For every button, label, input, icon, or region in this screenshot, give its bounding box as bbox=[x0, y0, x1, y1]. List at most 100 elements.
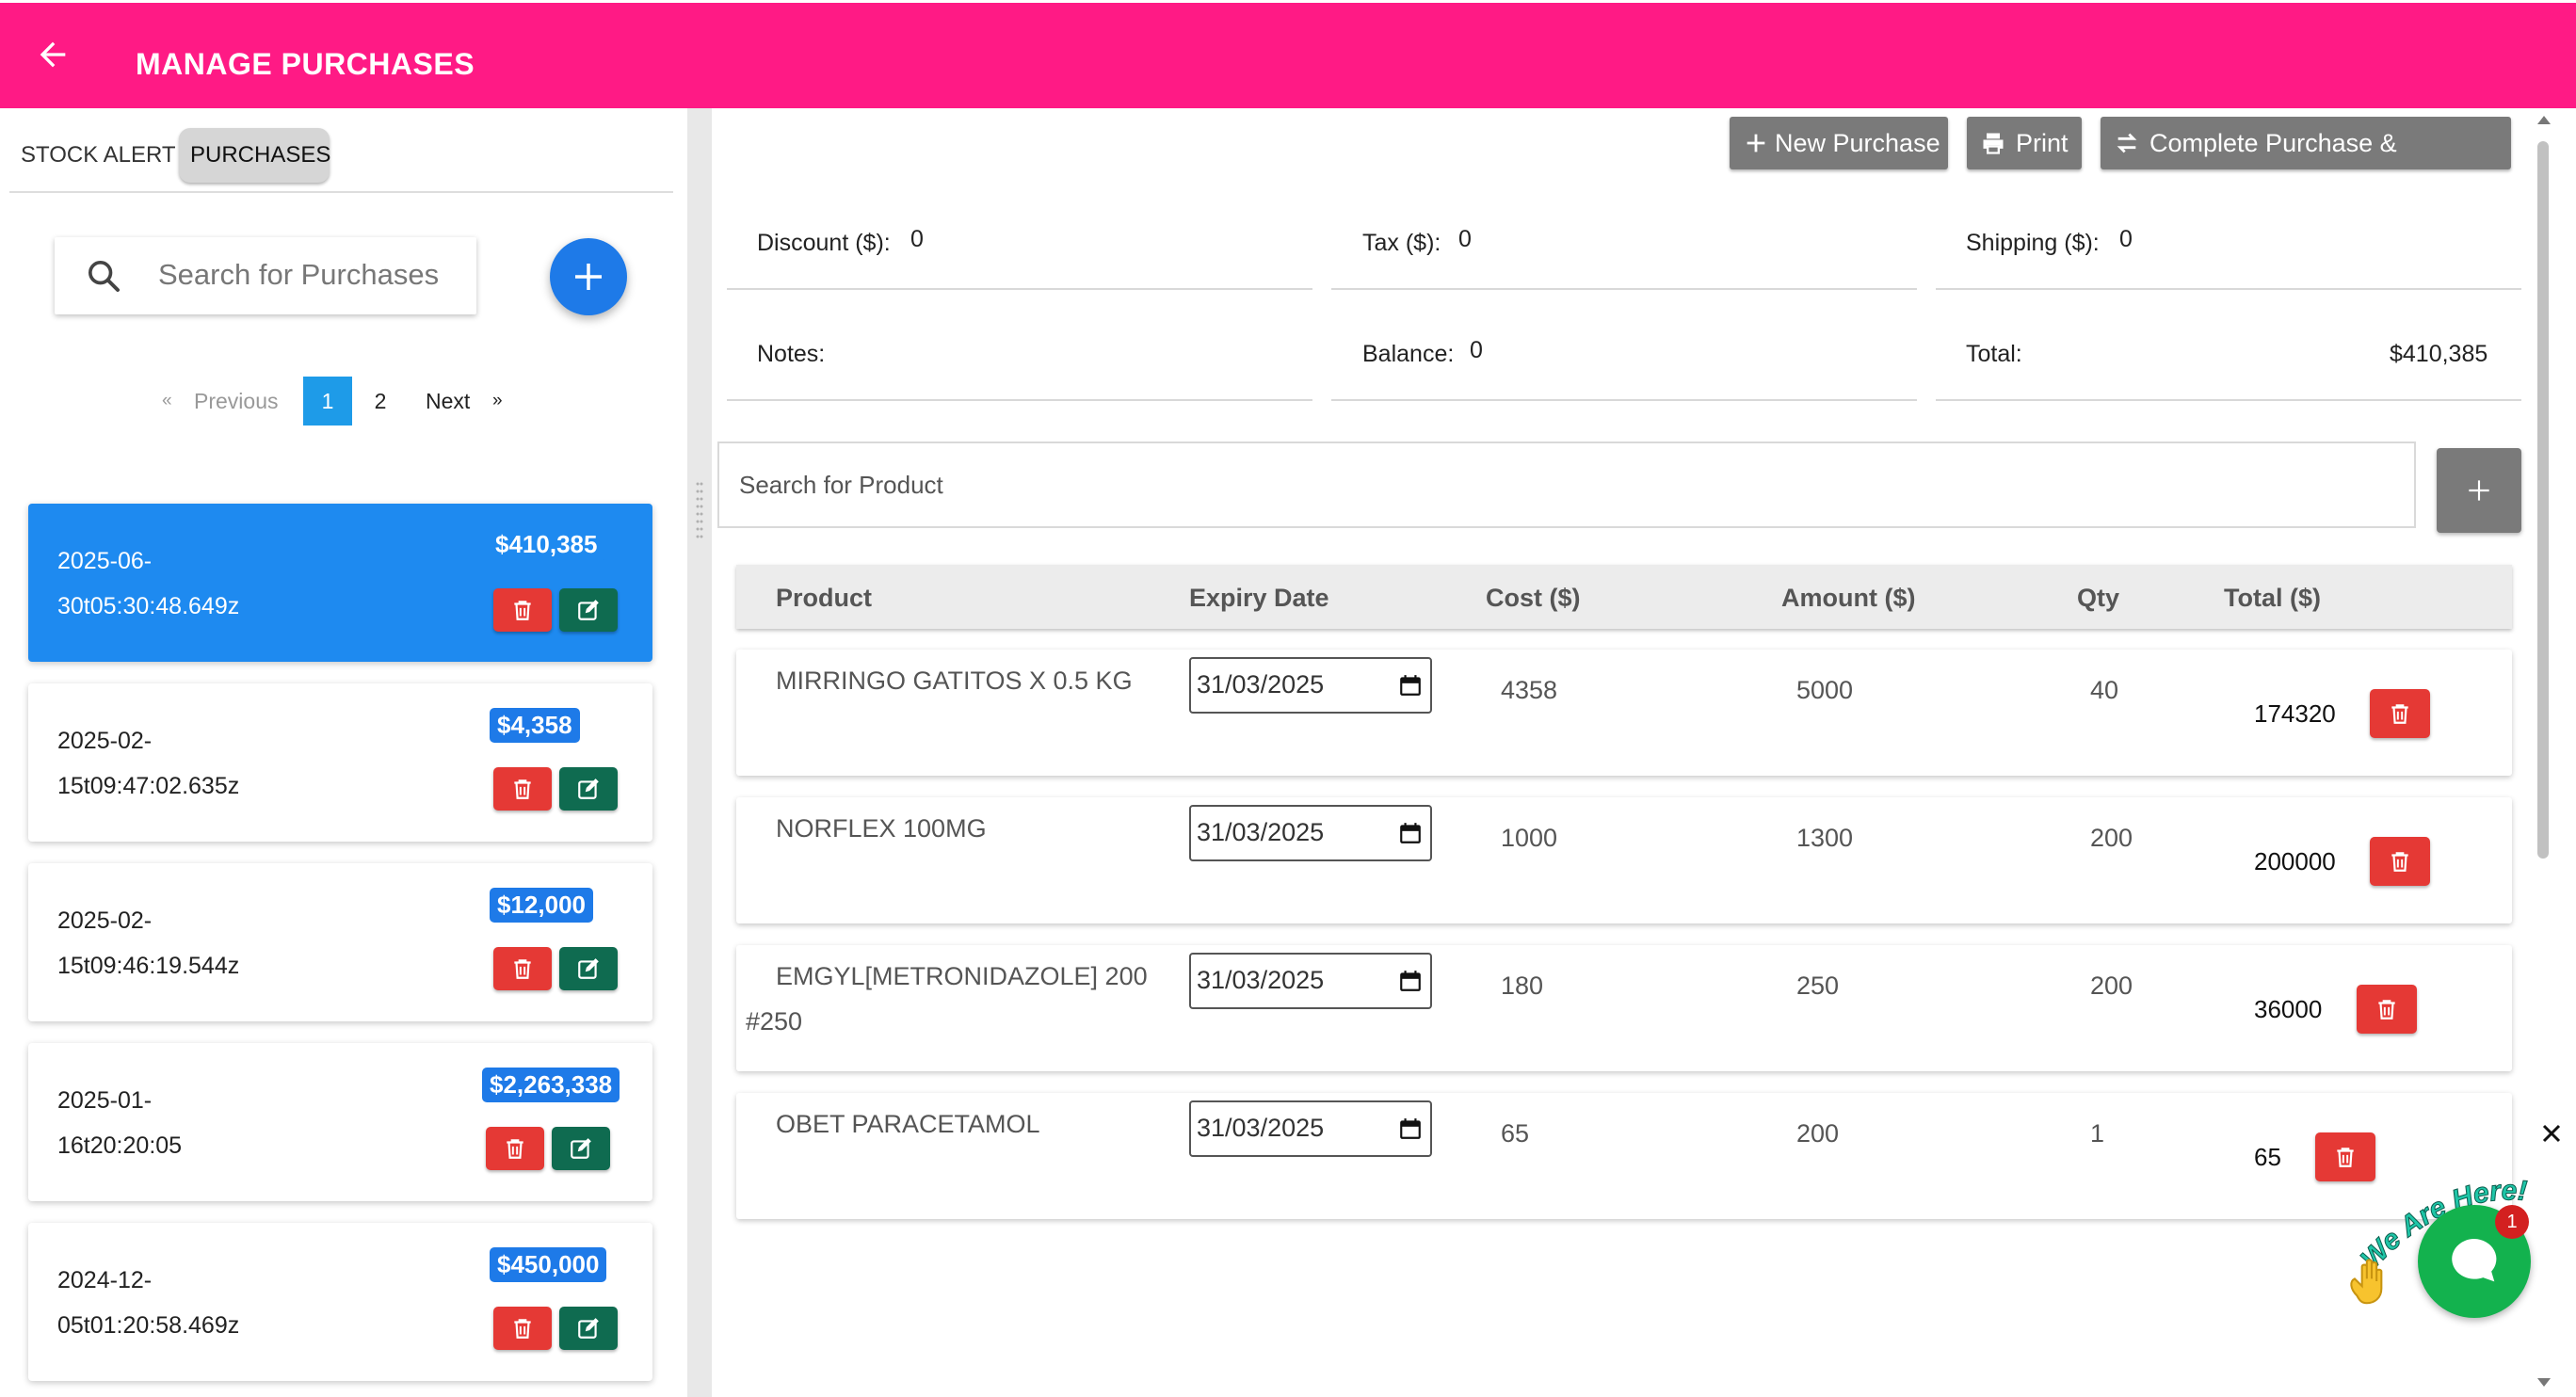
amount-value[interactable]: 5000 bbox=[1796, 676, 1853, 705]
column-header-amount: Amount ($) bbox=[1781, 584, 1916, 612]
amount-value[interactable]: 1300 bbox=[1796, 824, 1853, 853]
delete-purchase-button[interactable] bbox=[493, 588, 552, 632]
trash-icon bbox=[514, 601, 531, 620]
calendar-icon[interactable] bbox=[1398, 1116, 1423, 1141]
purchase-date: 2025-06- bbox=[57, 548, 153, 574]
drag-handle-icon[interactable] bbox=[695, 480, 704, 542]
row-total: 65 bbox=[2254, 1143, 2281, 1171]
pagination-page-1[interactable]: 1 bbox=[303, 377, 352, 426]
tax-value[interactable]: 0 bbox=[1458, 226, 1472, 253]
search-icon bbox=[89, 261, 120, 292]
scroll-up-arrow-icon[interactable] bbox=[2535, 111, 2553, 130]
delete-purchase-button[interactable] bbox=[493, 1307, 552, 1350]
amount-value[interactable]: 250 bbox=[1796, 971, 1839, 1001]
new-purchase-label: New Purchase bbox=[1775, 129, 1940, 157]
column-header-product: Product bbox=[776, 584, 873, 612]
qty-value[interactable]: 200 bbox=[2090, 824, 2133, 853]
cost-value[interactable]: 4358 bbox=[1501, 676, 1557, 705]
column-header-expiry: Expiry Date bbox=[1189, 584, 1329, 612]
cost-value[interactable]: 1000 bbox=[1501, 824, 1557, 853]
purchase-amount-badge: $2,263,338 bbox=[482, 1068, 620, 1102]
cost-value[interactable]: 180 bbox=[1501, 971, 1543, 1001]
table-row bbox=[736, 797, 2512, 923]
pagination-next[interactable]: Next bbox=[426, 377, 470, 426]
purchase-time: 30t05:30:48.649z bbox=[57, 593, 240, 619]
edit-purchase-button[interactable] bbox=[559, 1307, 618, 1350]
delete-purchase-button[interactable] bbox=[486, 1127, 544, 1170]
product-name: MIRRINGO GATITOS X 0.5 KG bbox=[776, 666, 1133, 695]
back-arrow-icon[interactable] bbox=[34, 36, 72, 73]
calendar-icon[interactable] bbox=[1398, 821, 1423, 845]
calendar-icon[interactable] bbox=[1398, 673, 1423, 698]
print-button[interactable]: Print bbox=[1967, 117, 2082, 169]
discount-underline bbox=[727, 288, 1312, 290]
pagination-prev-arrow: « bbox=[162, 391, 172, 410]
notes-label: Notes: bbox=[757, 341, 826, 367]
product-name: OBET PARACETAMOL bbox=[776, 1110, 1040, 1138]
edit-purchase-button[interactable] bbox=[559, 947, 618, 990]
delete-purchase-button[interactable] bbox=[493, 767, 552, 811]
pagination-previous[interactable]: Previous bbox=[194, 377, 278, 426]
edit-icon bbox=[578, 779, 599, 799]
purchase-amount-badge: $450,000 bbox=[490, 1247, 607, 1282]
new-purchase-button[interactable]: New Purchase bbox=[1730, 117, 1948, 169]
page-title: MANAGE PURCHASES bbox=[136, 47, 475, 81]
qty-value[interactable]: 200 bbox=[2090, 971, 2133, 1001]
calendar-icon[interactable] bbox=[1398, 969, 1423, 993]
amount-value[interactable]: 200 bbox=[1796, 1119, 1839, 1148]
scrollbar-thumb[interactable] bbox=[2537, 141, 2549, 859]
qty-value[interactable]: 40 bbox=[2090, 676, 2118, 705]
cost-value[interactable]: 65 bbox=[1501, 1119, 1529, 1148]
qty-value[interactable]: 1 bbox=[2090, 1119, 2104, 1148]
chat-notification-badge: 1 bbox=[2495, 1205, 2529, 1239]
balance-underline bbox=[1331, 399, 1917, 401]
edit-purchase-button[interactable] bbox=[559, 588, 618, 632]
expiry-date-value: 31/03/2025 bbox=[1197, 670, 1325, 698]
edit-purchase-button[interactable] bbox=[559, 767, 618, 811]
shipping-label: Shipping ($): bbox=[1966, 230, 2100, 256]
tax-underline bbox=[1331, 288, 1917, 290]
plus-icon bbox=[1747, 134, 1765, 153]
tab-purchases[interactable]: PURCHASES bbox=[179, 128, 330, 183]
trash-icon bbox=[514, 779, 531, 799]
column-header-cost: Cost ($) bbox=[1486, 584, 1581, 612]
purchase-time: 15t09:46:19.544z bbox=[57, 953, 240, 979]
total-underline bbox=[1936, 399, 2521, 401]
purchase-amount-badge: $4,358 bbox=[490, 708, 580, 743]
shipping-underline bbox=[1936, 288, 2521, 290]
purchase-amount-badge: $410,385 bbox=[488, 527, 605, 562]
complete-purchase-button[interactable]: Complete Purchase & Reconcile bbox=[2101, 117, 2511, 210]
close-icon[interactable] bbox=[2540, 1122, 2563, 1145]
delete-purchase-button[interactable] bbox=[493, 947, 552, 990]
discount-value[interactable]: 0 bbox=[910, 226, 924, 253]
purchase-date: 2025-02- bbox=[57, 907, 153, 934]
notes-underline[interactable] bbox=[727, 399, 1312, 401]
purchase-time: 05t01:20:58.469z bbox=[57, 1312, 240, 1339]
product-search-input[interactable] bbox=[717, 442, 2416, 528]
delete-row-button[interactable] bbox=[2370, 837, 2430, 886]
plus-icon bbox=[2469, 480, 2489, 501]
discount-label: Discount ($): bbox=[757, 230, 891, 256]
scroll-down-arrow-icon[interactable] bbox=[2535, 1373, 2553, 1391]
balance-label: Balance: bbox=[1362, 341, 1455, 367]
balance-value[interactable]: 0 bbox=[1470, 337, 1483, 364]
edit-purchase-button[interactable] bbox=[552, 1127, 610, 1170]
trash-icon bbox=[514, 1319, 531, 1339]
purchase-search-placeholder: Search for Purchases bbox=[158, 258, 440, 291]
panel-splitter[interactable] bbox=[687, 108, 712, 1397]
delete-row-button[interactable] bbox=[2357, 985, 2417, 1034]
delete-row-button[interactable] bbox=[2370, 689, 2430, 738]
column-header-qty: Qty bbox=[2077, 584, 2120, 612]
purchase-date: 2025-02- bbox=[57, 728, 153, 754]
pagination-page-2[interactable]: 2 bbox=[373, 377, 388, 426]
purchase-date: 2024-12- bbox=[57, 1267, 153, 1293]
tab-stock-alert[interactable]: STOCK ALERT bbox=[9, 128, 187, 183]
purchase-amount-badge: $12,000 bbox=[490, 888, 593, 923]
add-product-button[interactable] bbox=[2437, 448, 2521, 533]
product-name-line2: #250 bbox=[746, 1007, 803, 1036]
shipping-value[interactable]: 0 bbox=[2119, 226, 2133, 253]
purchase-time: 16t20:20:05 bbox=[57, 1132, 183, 1159]
tab-divider bbox=[9, 191, 673, 193]
pagination-next-arrow: » bbox=[492, 391, 503, 410]
exchange-icon bbox=[2117, 133, 2137, 153]
